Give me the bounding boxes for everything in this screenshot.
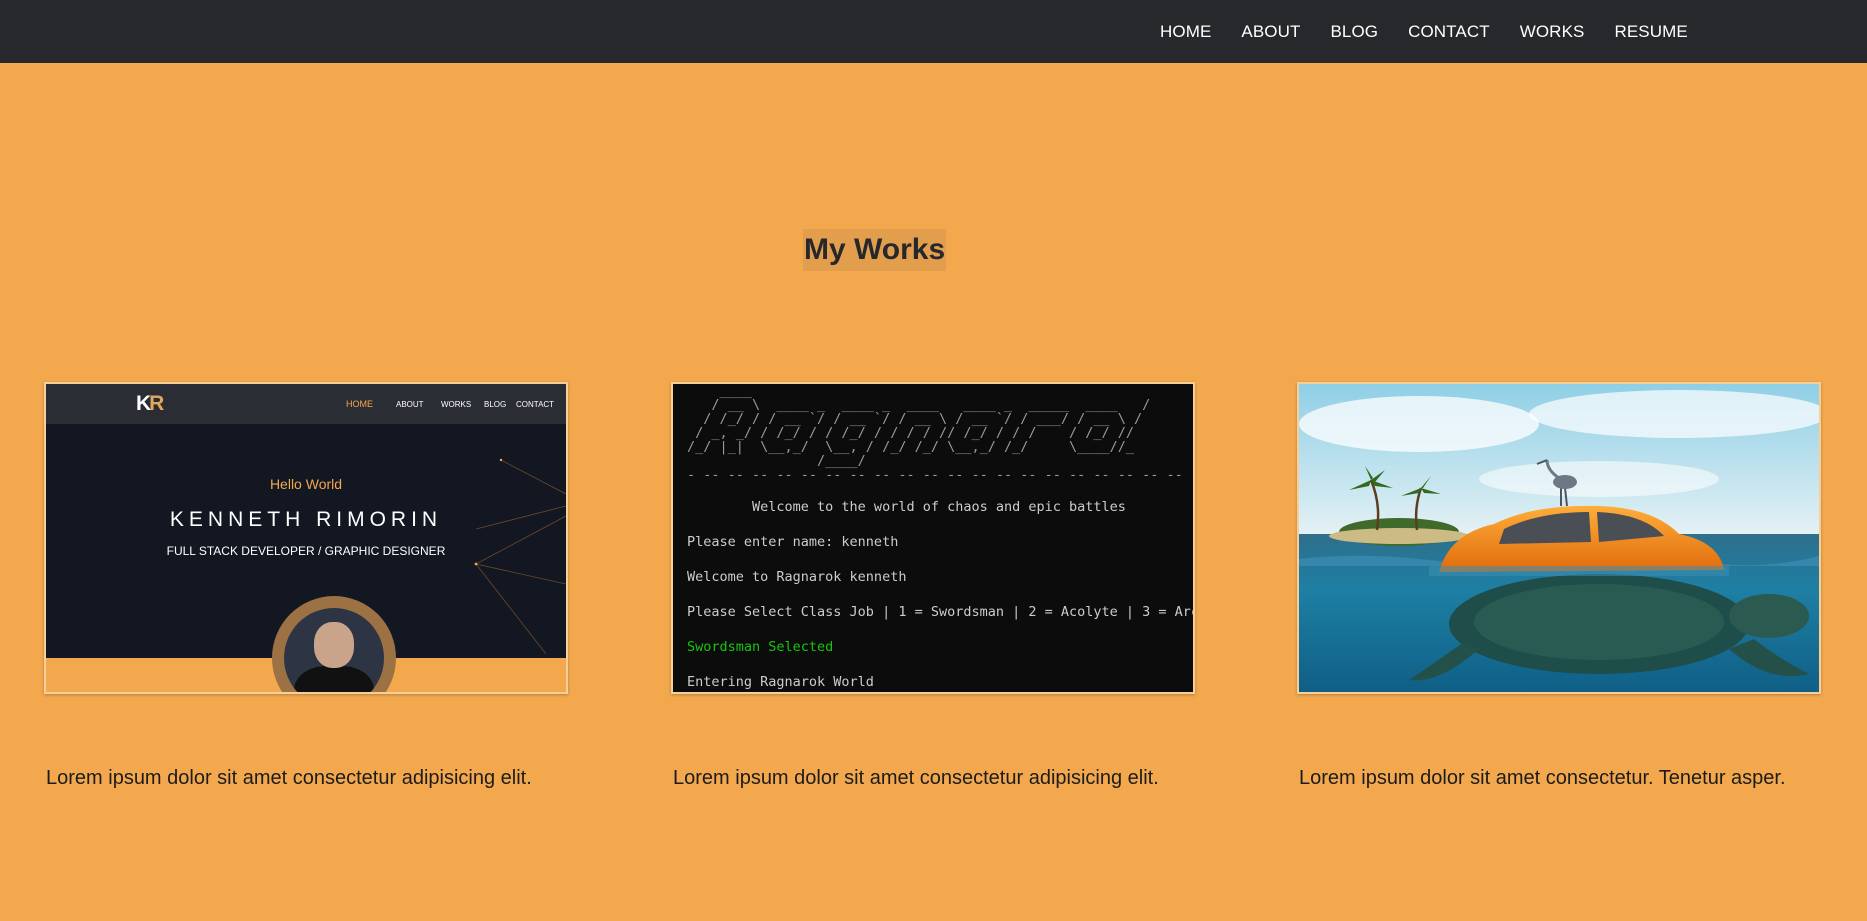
terminal-prompt-line: Please enter name: kenneth: [687, 534, 899, 550]
nav-works-link[interactable]: WORKS: [1520, 0, 1585, 63]
work-card-portfolio[interactable]: KR HOME ABOUT WORKS BLOG CONTACT Hello W…: [44, 382, 568, 694]
terminal-entering-line: Entering Ragnarok World: [687, 674, 874, 690]
terminal-welcome-line: Welcome to the world of chaos and epic b…: [687, 499, 1126, 515]
main-nav: HOME ABOUT BLOG CONTACT WORKS RESUME: [1160, 0, 1718, 63]
terminal-greeting-line: Welcome to Ragnarok kenneth: [687, 569, 907, 585]
work-caption-terminal-game: Lorem ipsum dolor sit amet consectetur a…: [673, 767, 1159, 789]
top-navbar: HOME ABOUT BLOG CONTACT WORKS RESUME: [0, 0, 1867, 63]
nav-blog-link[interactable]: BLOG: [1330, 0, 1378, 63]
nav-resume-link[interactable]: RESUME: [1614, 0, 1687, 63]
nav-about-link[interactable]: ABOUT: [1241, 0, 1300, 63]
section-title: My Works: [803, 229, 947, 271]
nav-home-link[interactable]: HOME: [1160, 0, 1211, 63]
work-card-artwork[interactable]: [1297, 382, 1821, 694]
terminal-selected-line: Swordsman Selected: [687, 639, 834, 655]
work-caption-portfolio: Lorem ipsum dolor sit amet consectetur a…: [46, 767, 532, 789]
work-caption-artwork: Lorem ipsum dolor sit amet consectetur. …: [1299, 767, 1786, 789]
screenshot-role: FULL STACK DEVELOPER / GRAPHIC DESIGNER: [166, 544, 446, 558]
screenshot-name: KENNETH RIMORIN: [169, 508, 443, 531]
terminal-select-line: Please Select Class Job | 1 = Swordsman …: [687, 604, 1195, 620]
work-card-terminal-game[interactable]: ____ / __ \ ____ _ ____ _ ____ ____ _ __…: [671, 382, 1195, 694]
portfolio-website-screenshot: KR HOME ABOUT WORKS BLOG CONTACT Hello W…: [46, 384, 566, 692]
screenshot-greeting: Hello World: [269, 476, 343, 492]
car-turtle-ocean-artwork: [1299, 384, 1819, 692]
nav-contact-link[interactable]: CONTACT: [1408, 0, 1490, 63]
terminal-ascii-banner: ____ / __ \ ____ _ ____ _ ____ ____ _ __…: [687, 383, 1193, 483]
ragnarok-terminal-game-screenshot: ____ / __ \ ____ _ ____ _ ____ ____ _ __…: [673, 384, 1193, 692]
